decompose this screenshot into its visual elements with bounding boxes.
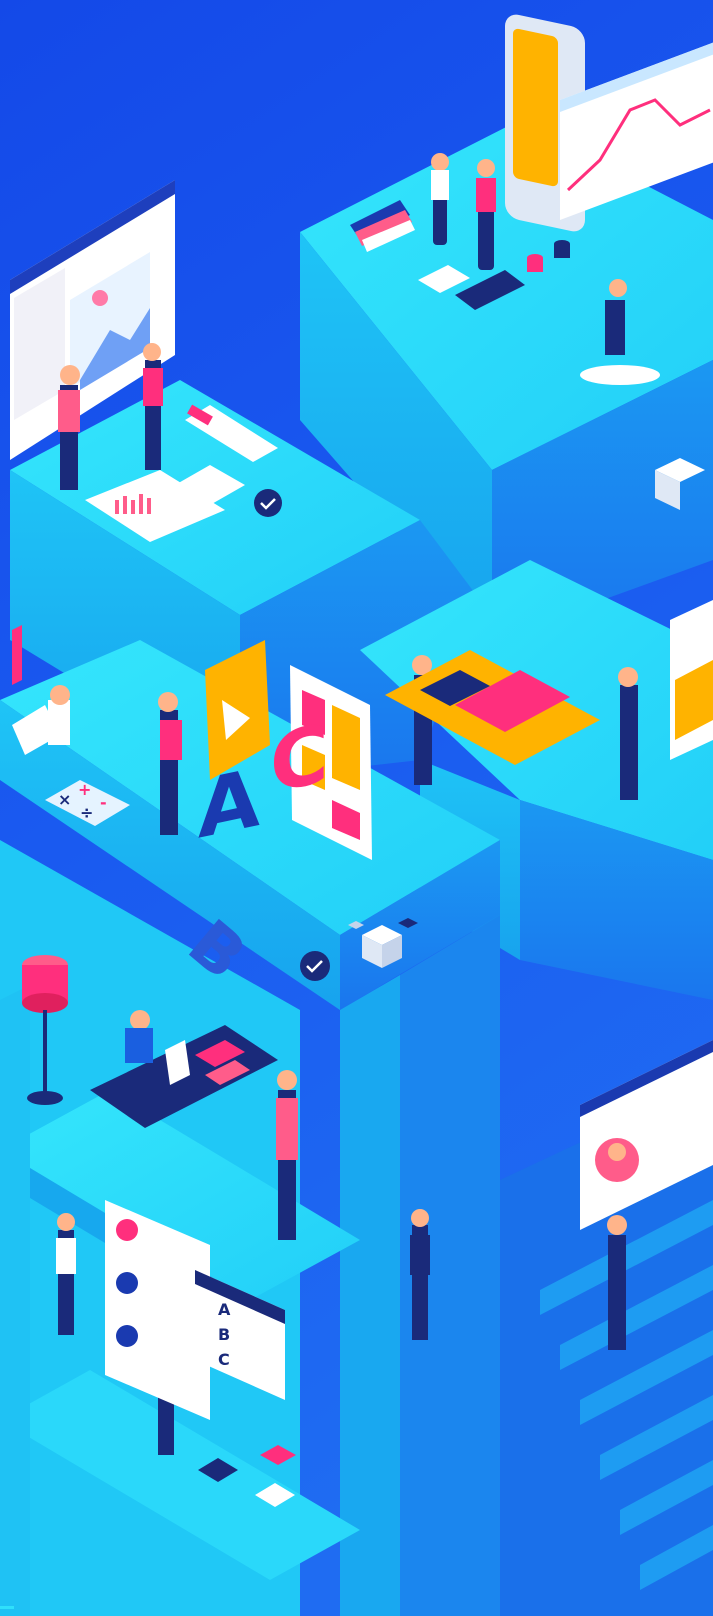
svg-text:C: C <box>218 1350 230 1369</box>
bottom-left-edge <box>0 1606 14 1609</box>
svg-text:÷: ÷ <box>80 803 93 822</box>
svg-text:A: A <box>198 751 260 857</box>
svg-text:C: C <box>270 707 329 812</box>
svg-text:+: + <box>78 780 91 799</box>
isometric-illustration: × + ÷ - A C B A B C <box>0 0 713 1616</box>
svg-text:×: × <box>58 790 71 809</box>
svg-text:-: - <box>100 793 107 812</box>
check-badge-1 <box>254 489 282 517</box>
check-badge-2 <box>300 951 330 981</box>
svg-text:B: B <box>218 1325 230 1344</box>
svg-text:A: A <box>218 1300 231 1319</box>
illustration-scene: × + ÷ - A C B A B C <box>0 0 713 1616</box>
